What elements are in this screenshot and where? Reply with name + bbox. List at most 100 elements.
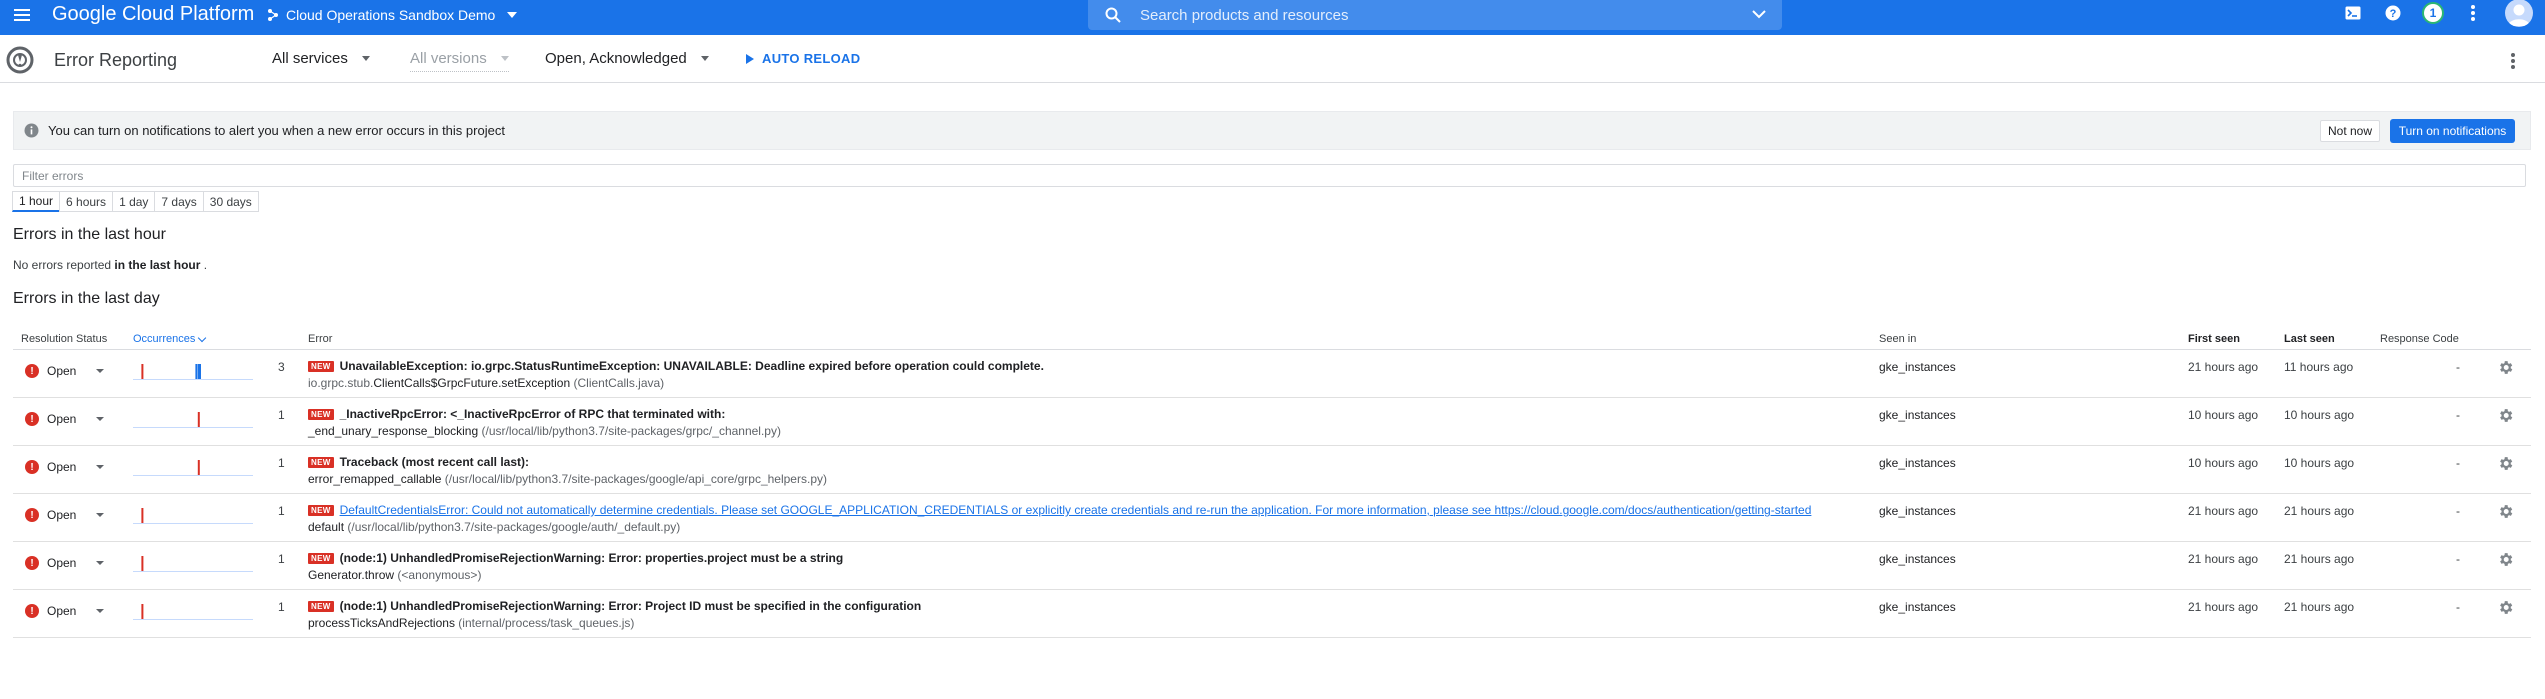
last-seen-value: 21 hours ago (2284, 504, 2355, 518)
gear-icon[interactable] (2497, 599, 2514, 616)
dropdown-arrow-icon (96, 369, 105, 373)
table-row[interactable]: ! Open 1 NEW (node:1) UnhandledPromiseRe… (13, 542, 2531, 590)
gear-icon[interactable] (2497, 407, 2514, 424)
resolution-status-dropdown[interactable]: ! Open (25, 460, 105, 474)
error-cell[interactable]: NEW UnavailableException: io.grpc.Status… (308, 359, 1868, 390)
dropdown-arrow-icon (96, 513, 105, 517)
occurrence-count: 1 (278, 504, 285, 518)
error-cell[interactable]: NEW DefaultCredentialsError: Could not a… (308, 503, 1868, 534)
header-response-code[interactable]: Response Code (2380, 333, 2459, 345)
versions-dropdown[interactable]: All versions (410, 50, 509, 72)
sparkline-occurrence-bar (141, 364, 144, 379)
resolution-status-dropdown[interactable]: ! Open (25, 556, 105, 570)
seen-in-value[interactable]: gke_instances (1879, 360, 1956, 374)
new-badge: NEW (308, 504, 334, 516)
auto-reload-button[interactable]: AUTO RELOAD (746, 51, 860, 66)
header-occurrences[interactable]: Occurrences (133, 333, 207, 345)
error-cell[interactable]: NEW (node:1) UnhandledPromiseRejectionWa… (308, 599, 1868, 630)
seen-in-value[interactable]: gke_instances (1879, 408, 1956, 422)
not-now-button[interactable]: Not now (2320, 120, 2381, 142)
help-button[interactable]: ? (2373, 0, 2413, 25)
header-last-seen[interactable]: Last seen (2284, 333, 2335, 345)
resolution-status-value: Open (47, 556, 77, 570)
resolution-status-value: Open (47, 460, 77, 474)
occurrence-count: 1 (278, 456, 285, 470)
app-bar: Google Cloud Platform Cloud Operations S… (0, 0, 2545, 35)
error-title[interactable]: _InactiveRpcError: <_InactiveRpcError of… (340, 407, 726, 421)
menu-icon[interactable] (11, 4, 33, 26)
error-title[interactable]: (node:1) UnhandledPromiseRejectionWarnin… (340, 599, 922, 613)
error-location: default (/usr/local/lib/python3.7/site-p… (308, 520, 1868, 534)
search-icon (1105, 7, 1121, 23)
occurrences-sparkline (133, 556, 253, 572)
location-path: (<anonymous>) (397, 568, 482, 582)
error-title-line: NEW (node:1) UnhandledPromiseRejectionWa… (308, 599, 1868, 613)
resolution-status-dropdown[interactable]: ! Open (25, 364, 105, 378)
error-cell[interactable]: NEW (node:1) UnhandledPromiseRejectionWa… (308, 551, 1868, 582)
seen-in-value[interactable]: gke_instances (1879, 456, 1956, 470)
resolution-status-dropdown[interactable]: ! Open (25, 604, 105, 618)
gear-icon[interactable] (2497, 455, 2514, 472)
table-row[interactable]: ! Open 1 NEW Traceback (most recent call… (13, 446, 2531, 494)
error-cell[interactable]: NEW Traceback (most recent call last): e… (308, 455, 1868, 486)
response-code-value: - (2456, 408, 2460, 422)
header-resolution-status[interactable]: Resolution Status (21, 333, 107, 345)
time-range-30-days[interactable]: 30 days (202, 191, 259, 212)
location-function: ClientCalls$GrpcFuture.setException (373, 376, 571, 390)
error-cell[interactable]: NEW _InactiveRpcError: <_InactiveRpcErro… (308, 407, 1868, 438)
occurrences-sparkline (133, 364, 253, 380)
search-bar[interactable] (1088, 0, 1782, 30)
time-range-1-day[interactable]: 1 day (112, 191, 156, 212)
table-row[interactable]: ! Open 3 NEW UnavailableException: io.gr… (13, 350, 2531, 398)
cloud-shell-button[interactable] (2333, 0, 2373, 25)
services-dropdown[interactable]: All services (272, 50, 370, 67)
seen-in-value[interactable]: gke_instances (1879, 552, 1956, 566)
last-hour-empty-message: No errors reported in the last hour . (13, 258, 207, 272)
resolution-status-dropdown[interactable]: ! Open (25, 412, 105, 426)
table-row[interactable]: ! Open 1 NEW DefaultCredentialsError: Co… (13, 494, 2531, 542)
time-range-1-hour[interactable]: 1 hour (12, 191, 61, 212)
table-row[interactable]: ! Open 1 NEW _InactiveRpcError: <_Inacti… (13, 398, 2531, 446)
more-options-button[interactable] (2453, 0, 2493, 25)
error-status-icon: ! (25, 460, 39, 474)
notifications-banner: You can turn on notifications to alert y… (13, 111, 2531, 150)
project-selector[interactable]: Cloud Operations Sandbox Demo (266, 4, 518, 26)
time-range-6-hours[interactable]: 6 hours (59, 191, 114, 212)
resolution-status-dropdown[interactable]: ! Open (25, 508, 105, 522)
last-seen-value: 21 hours ago (2284, 552, 2355, 566)
seen-in-value[interactable]: gke_instances (1879, 600, 1956, 614)
error-title[interactable]: DefaultCredentialsError: Could not autom… (340, 503, 1812, 517)
error-title[interactable]: UnavailableException: io.grpc.StatusRunt… (340, 359, 1044, 373)
filter-errors-field[interactable] (13, 164, 2526, 187)
more-vert-icon[interactable] (2505, 51, 2521, 71)
time-range-7-days[interactable]: 7 days (154, 191, 204, 212)
error-location: Generator.throw (<anonymous>) (308, 568, 1868, 582)
last-day-heading: Errors in the last day (13, 290, 160, 307)
header-first-seen[interactable]: First seen (2188, 333, 2240, 345)
error-location: processTicksAndRejections (internal/proc… (308, 616, 1868, 630)
error-title[interactable]: (node:1) UnhandledPromiseRejectionWarnin… (340, 551, 844, 565)
table-row[interactable]: ! Open 1 NEW (node:1) UnhandledPromiseRe… (13, 590, 2531, 638)
turn-on-notifications-button[interactable]: Turn on notifications (2390, 119, 2515, 143)
chevron-down-icon[interactable] (1752, 9, 1766, 19)
search-input[interactable] (1140, 6, 1700, 24)
gear-icon[interactable] (2497, 503, 2514, 520)
header-error: Error (308, 333, 333, 345)
filter-errors-input[interactable] (14, 165, 2525, 186)
response-code-value: - (2456, 456, 2460, 470)
seen-in-value[interactable]: gke_instances (1879, 504, 1956, 518)
app-bar-actions: ? 1 (2333, 0, 2545, 27)
product-name[interactable]: Google Cloud Platform (52, 2, 254, 26)
banner-message: You can turn on notifications to alert y… (48, 123, 505, 138)
error-location: _end_unary_response_blocking (/usr/local… (308, 424, 1868, 438)
notifications-button[interactable]: 1 (2413, 0, 2453, 25)
empty-message-suffix: . (203, 258, 208, 272)
sparkline-occurrence-bar (141, 604, 144, 619)
resolution-status-dropdown[interactable]: Open, Acknowledged (545, 50, 709, 67)
gear-icon[interactable] (2497, 359, 2514, 376)
error-title[interactable]: Traceback (most recent call last): (340, 455, 529, 469)
resolution-status-value: Open (47, 412, 77, 426)
error-reporting-logo-icon (6, 46, 34, 74)
account-button[interactable] (2493, 0, 2545, 27)
gear-icon[interactable] (2497, 551, 2514, 568)
